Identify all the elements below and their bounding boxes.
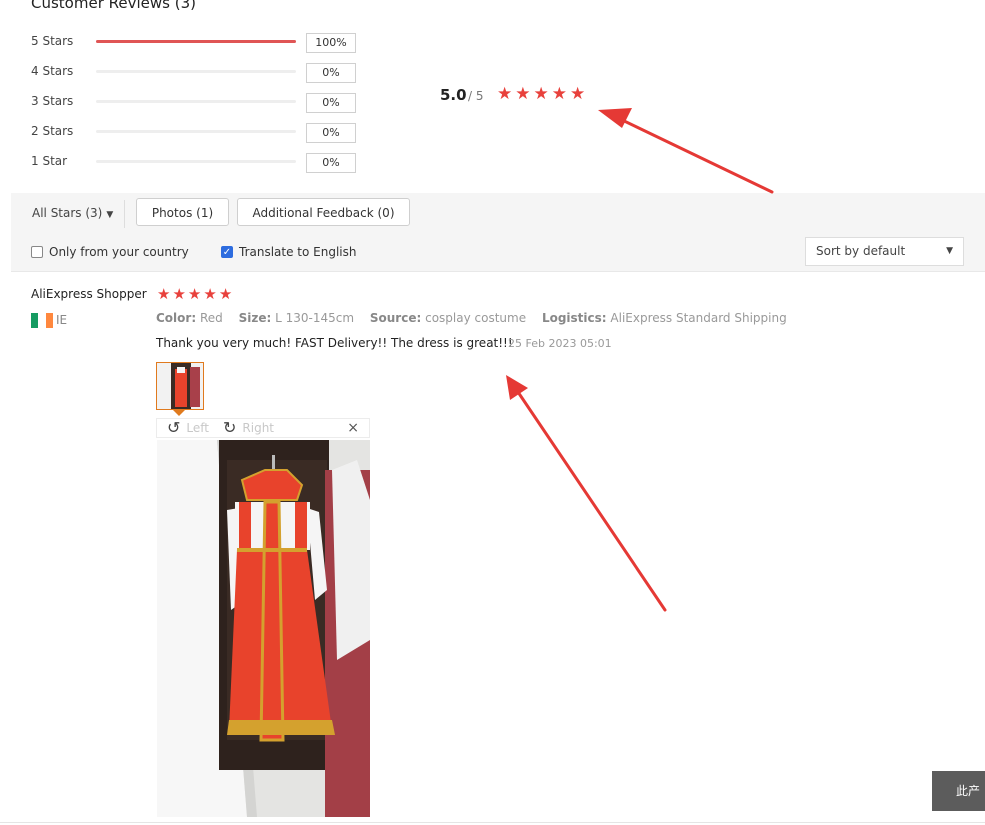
rating-row-label[interactable]: 2 Stars [31,124,73,138]
rating-percent: 0% [306,93,356,113]
star-icon: ★ [497,84,513,104]
score-max: / 5 [468,89,484,103]
review-date: 25 Feb 2023 05:01 [508,337,612,350]
rating-percent: 0% [306,153,356,173]
close-icon[interactable]: × [347,420,359,436]
annotation-arrow-to-score [598,108,774,194]
review-separator [11,271,985,272]
star-icon: ★ [157,285,171,303]
rating-percent: 0% [306,63,356,83]
rotate-left-label: Left [186,421,209,435]
rotate-right-label: Right [242,421,275,435]
logistics-label: Logistics: [541,311,607,325]
source-value: cosplay costume [425,311,527,325]
star-icon: ★ [203,285,217,303]
annotation-arrows [506,108,774,612]
color-value: Red [199,311,223,325]
color-label: Color: [156,311,197,325]
only-country-checkbox-row[interactable]: Only from your country [31,245,189,259]
average-stars: ★ ★ ★ ★ ★ [497,86,585,103]
source-label: Source: [369,311,422,325]
rating-bar-fill [96,40,296,43]
dress-photo [157,440,370,817]
rating-percent: 0% [306,123,356,143]
rotate-right-button[interactable]: ↻ Right [223,420,274,436]
review-stars: ★ ★ ★ ★ ★ [157,287,232,302]
translate-checkbox-row[interactable]: ✓ Translate to English [221,245,357,259]
logistics-value: AliExpress Standard Shipping [610,311,787,325]
rating-bar [96,70,296,73]
annotation-arrow-to-review [506,375,667,612]
chevron-down-icon: ▼ [946,246,953,256]
review-attributes: Color: Red Size: L 130-145cm Source: cos… [156,311,787,325]
ireland-flag-icon [31,313,53,328]
sort-select[interactable]: Sort by default ▼ [805,237,964,266]
star-icon: ★ [515,84,531,104]
photo-viewer-toolbar: ↺ Left ↻ Right × [156,418,370,438]
rating-percent: 100% [306,33,356,53]
photos-filter-button[interactable]: Photos (1) [136,198,229,226]
size-value: L 130-145cm [275,311,355,325]
review-photo-thumbnail[interactable] [156,362,204,410]
additional-feedback-button[interactable]: Additional Feedback (0) [237,198,410,226]
all-stars-label: All Stars (3) [32,206,103,220]
star-icon: ★ [218,285,233,303]
rating-bar [96,160,296,163]
rotate-left-button[interactable]: ↺ Left [167,420,209,436]
translate-label: Translate to English [239,245,357,259]
rating-row-label[interactable]: 5 Stars [31,34,73,48]
all-stars-dropdown[interactable]: All Stars (3) ▼ [32,206,113,220]
review-text: Thank you very much! FAST Delivery!! The… [156,336,513,350]
reviewer-name: AliExpress Shopper [31,287,147,301]
sort-label: Sort by default [816,244,906,258]
rating-bar [96,100,296,103]
size-label: Size: [238,311,272,325]
star-icon: ★ [172,285,186,303]
rating-bar [96,40,296,43]
star-icon: ★ [533,84,549,104]
rotate-left-icon: ↺ [167,418,181,437]
rating-bar [96,130,296,133]
star-icon: ★ [187,285,202,303]
filter-divider [124,200,125,228]
reviews-title: Customer Reviews (3) [31,0,196,12]
rating-row-label[interactable]: 3 Stars [31,94,73,108]
rating-row-label[interactable]: 4 Stars [31,64,73,78]
chevron-down-icon: ▼ [106,210,114,220]
star-icon: ★ [570,84,586,104]
star-icon: ★ [551,84,567,104]
rotate-right-icon: ↻ [223,418,237,437]
translate-checkbox[interactable]: ✓ [221,246,233,258]
corner-floating-button[interactable]: 此产 [932,771,985,811]
dress-thumbnail-image [157,363,203,409]
rating-row-label[interactable]: 1 Star [31,154,67,168]
only-country-checkbox[interactable] [31,246,43,258]
bottom-divider [0,822,985,823]
thumbnail-pointer [173,410,185,416]
reviewer-country: IE [56,313,68,327]
average-score: 5.0 [440,86,467,104]
review-photo-large [157,440,370,817]
only-country-label: Only from your country [49,245,189,259]
